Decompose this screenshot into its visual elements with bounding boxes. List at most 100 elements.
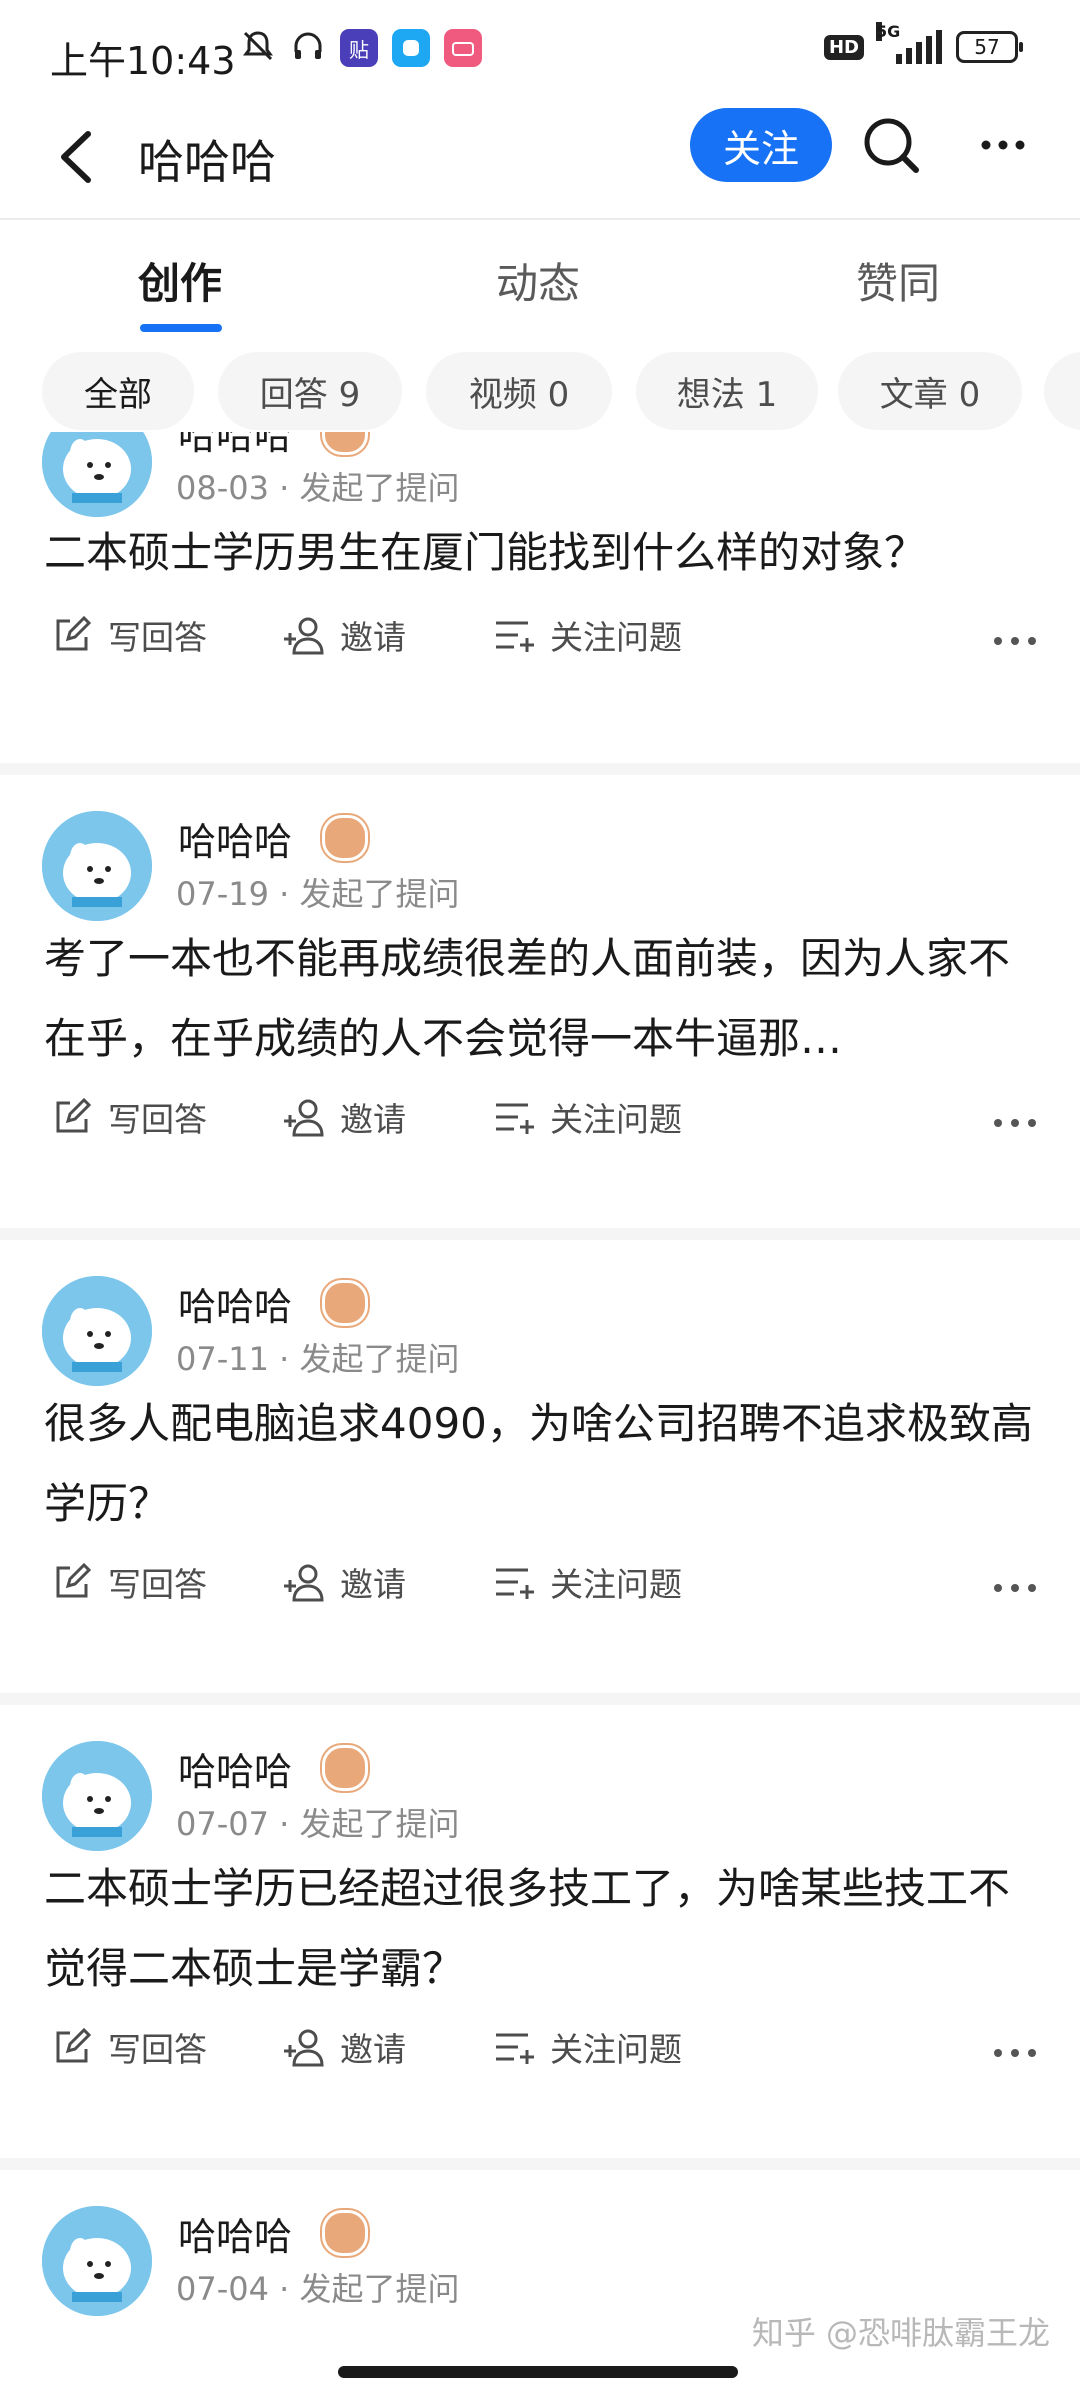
feed-card[interactable]: 哈哈哈 07-07 · 发起了提问 二本硕士学历已经超过很多技工了，为啥某些技工… (0, 1705, 1080, 2158)
post-meta: 07-07 · 发起了提问 (176, 1805, 460, 1843)
invite-button[interactable]: 邀请 (282, 1093, 406, 1141)
filter-chips: 全部 回答 9 视频 0 想法 1 文章 0 (0, 348, 1080, 432)
question-title[interactable]: 二本硕士学历男生在厦门能找到什么样的对象？ (44, 513, 1044, 593)
filter-videos[interactable]: 视频 0 (426, 352, 612, 430)
write-answer-button[interactable]: 写回答 (50, 1093, 207, 1141)
user-badge-icon (322, 815, 368, 861)
follow-question-label: 关注问题 (550, 2030, 682, 2069)
search-button[interactable] (858, 112, 924, 178)
tieba-app-icon: 贴 (340, 29, 378, 67)
card-divider (0, 1693, 1080, 1705)
follow-question-button[interactable]: 关注问题 (492, 611, 682, 659)
edit-icon (56, 1097, 92, 1133)
watermark: 知乎 @恐啡肽霸王龙 (751, 2314, 1050, 2352)
filter-more[interactable] (1044, 352, 1080, 430)
write-answer-button[interactable]: 写回答 (50, 611, 207, 659)
card-divider (0, 763, 1080, 775)
question-title[interactable]: 很多人配电脑追求4090，为啥公司招聘不追求极致高学历？ (44, 1384, 1044, 1544)
invite-button[interactable]: 邀请 (282, 2023, 406, 2071)
feed-card[interactable]: 哈哈哈 07-11 · 发起了提问 很多人配电脑追求4090，为啥公司招聘不追求… (0, 1240, 1080, 1693)
home-indicator[interactable] (338, 2366, 738, 2378)
more-horizontal-icon (981, 140, 1025, 150)
avatar[interactable] (42, 432, 152, 517)
battery-level: 57 (974, 35, 1000, 59)
avatar[interactable] (42, 2206, 152, 2316)
dog-avatar-icon (42, 432, 152, 517)
search-icon (864, 118, 919, 173)
profile-tabs: 创作 动态 赞同 (0, 220, 1080, 332)
post-action: 发起了提问 (299, 875, 460, 913)
follow-question-button[interactable]: 关注问题 (492, 1558, 682, 1606)
edit-icon (56, 1562, 92, 1598)
write-answer-label: 写回答 (108, 1565, 207, 1604)
tab-creation[interactable]: 创作 (138, 250, 222, 311)
filter-thoughts[interactable]: 想法 1 (636, 352, 818, 430)
add-list-icon (496, 1568, 534, 1599)
question-title[interactable]: 考了一本也不能再成绩很差的人面前装，因为人家不在乎，在乎成绩的人不会觉得一本牛逼… (44, 919, 1044, 1079)
write-answer-button[interactable]: 写回答 (50, 1558, 207, 1606)
follow-button[interactable]: 关注 (690, 108, 832, 182)
more-horizontal-icon[interactable] (992, 2043, 1038, 2063)
question-title[interactable]: 二本硕士学历已经超过很多技工了，为啥某些技工不觉得二本硕士是学霸？ (44, 1849, 1044, 2009)
card-actions: 写回答 邀请 关注问题 (0, 2023, 1080, 2083)
more-options-button[interactable] (978, 130, 1028, 160)
feed-card[interactable]: 哈哈哈 08-03 · 发起了提问 二本硕士学历男生在厦门能找到什么样的对象？ … (0, 432, 1080, 697)
author-name[interactable]: 哈哈哈 (178, 1741, 292, 1796)
avatar[interactable] (42, 1741, 152, 1851)
add-user-icon (284, 1564, 324, 1602)
chevron-left-icon (61, 131, 91, 183)
follow-question-button[interactable]: 关注问题 (492, 2023, 682, 2071)
status-bar: 上午10:43 贴 HD 5G 57 (0, 0, 1080, 100)
post-date: 08-03 (176, 469, 269, 507)
dog-avatar-icon (42, 2206, 152, 2316)
more-horizontal-icon[interactable] (992, 631, 1038, 651)
user-badge-icon (322, 1280, 368, 1326)
invite-label: 邀请 (340, 2030, 406, 2069)
post-meta: 07-19 · 发起了提问 (176, 875, 460, 913)
more-horizontal-icon[interactable] (992, 1113, 1038, 1133)
add-list-icon (496, 2033, 534, 2064)
feed-list: 哈哈哈 08-03 · 发起了提问 二本硕士学历男生在厦门能找到什么样的对象？ … (0, 432, 1080, 2400)
more-horizontal-icon[interactable] (992, 1578, 1038, 1598)
dog-avatar-icon (42, 1276, 152, 1386)
post-meta: 07-11 · 发起了提问 (176, 1340, 460, 1378)
battery-icon: 57 (956, 31, 1023, 63)
filter-articles[interactable]: 文章 0 (838, 352, 1022, 430)
add-list-icon (496, 621, 534, 652)
avatar[interactable] (42, 1276, 152, 1386)
status-time: 上午10:43 (50, 39, 236, 83)
post-action: 发起了提问 (299, 1340, 460, 1378)
author-name[interactable]: 哈哈哈 (178, 2206, 292, 2261)
invite-button[interactable]: 邀请 (282, 611, 406, 659)
post-date: 07-19 (176, 875, 269, 913)
author-name[interactable]: 哈哈哈 (178, 811, 292, 866)
author-name[interactable]: 哈哈哈 (178, 432, 292, 460)
card-actions: 写回答 邀请 关注问题 (0, 611, 1080, 671)
follow-question-label: 关注问题 (550, 1100, 682, 1139)
filter-answers[interactable]: 回答 9 (218, 352, 402, 430)
write-answer-label: 写回答 (108, 2030, 207, 2069)
feed-card[interactable]: 哈哈哈 07-19 · 发起了提问 考了一本也不能再成绩很差的人面前装，因为人家… (0, 775, 1080, 1228)
dog-avatar-icon (42, 1741, 152, 1851)
invite-button[interactable]: 邀请 (282, 1558, 406, 1606)
tab-upvotes[interactable]: 赞同 (856, 250, 940, 311)
user-badge-icon (322, 432, 368, 455)
write-answer-button[interactable]: 写回答 (50, 2023, 207, 2071)
write-answer-label: 写回答 (108, 618, 207, 657)
network-type: 5G (876, 22, 901, 41)
tab-activity[interactable]: 动态 (496, 250, 580, 311)
post-action: 发起了提问 (299, 469, 460, 507)
filter-all[interactable]: 全部 (42, 352, 194, 430)
card-divider (0, 1228, 1080, 1240)
follow-question-button[interactable]: 关注问题 (492, 1093, 682, 1141)
post-meta: 07-04 · 发起了提问 (176, 2270, 460, 2308)
back-button[interactable] (50, 122, 110, 192)
edit-icon (56, 615, 92, 651)
status-notification-icons: 贴 (240, 28, 482, 68)
hd-indicator: HD (823, 34, 864, 60)
bilibili-app-icon (444, 29, 482, 67)
post-date: 07-04 (176, 2270, 269, 2308)
author-name[interactable]: 哈哈哈 (178, 1276, 292, 1331)
edit-icon (56, 2027, 92, 2063)
avatar[interactable] (42, 811, 152, 921)
